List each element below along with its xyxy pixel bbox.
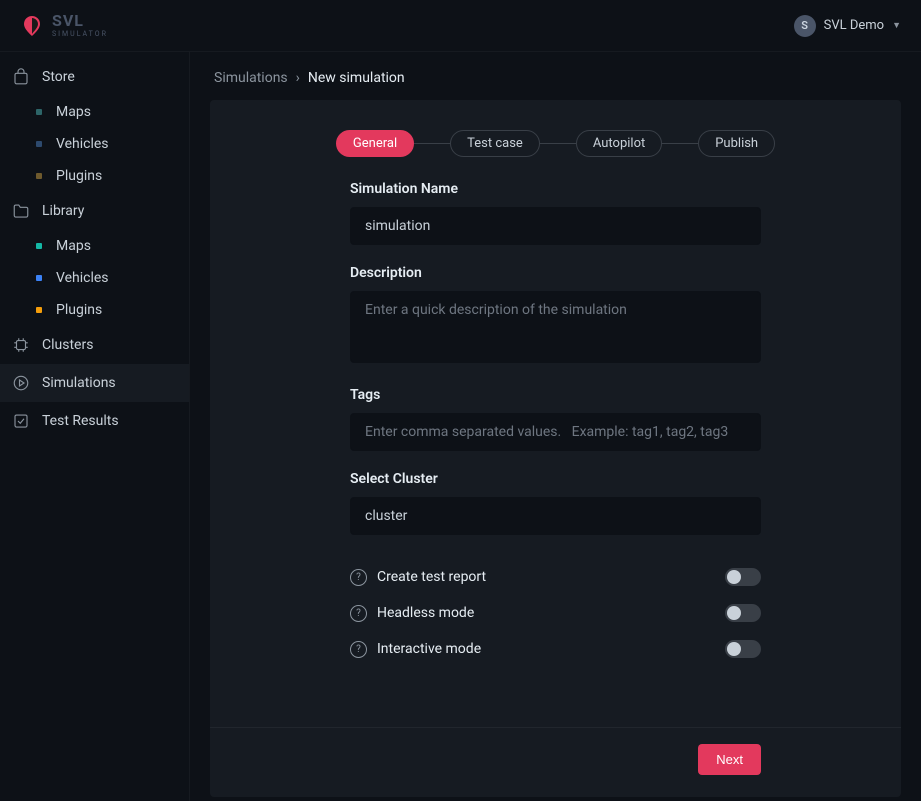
sidebar-item-library[interactable]: Library	[0, 192, 189, 230]
description-label: Description	[350, 265, 761, 281]
simulation-name-input[interactable]	[350, 207, 761, 245]
avatar: S	[794, 15, 816, 37]
sidebar-item-label: Vehicles	[56, 270, 109, 286]
logo-text: SVL SIMULATOR	[52, 13, 108, 38]
toggle-label: Headless mode	[377, 605, 715, 621]
sidebar-item-label: Plugins	[56, 302, 102, 318]
toggle-test-report[interactable]	[725, 568, 761, 586]
step-general[interactable]: General	[336, 130, 414, 157]
sidebar-item-library-vehicles[interactable]: Vehicles	[0, 262, 189, 294]
check-square-icon	[12, 412, 30, 430]
sidebar-item-simulations[interactable]: Simulations	[0, 364, 189, 402]
sidebar-item-library-plugins[interactable]: Plugins	[0, 294, 189, 326]
help-icon[interactable]: ?	[350, 569, 367, 586]
play-circle-icon	[12, 374, 30, 392]
sidebar-item-label: Maps	[56, 104, 91, 120]
toggle-headless[interactable]	[725, 604, 761, 622]
topbar: SVL SIMULATOR S SVL Demo ▼	[0, 0, 921, 52]
step-connector	[662, 143, 698, 144]
sidebar-item-store[interactable]: Store	[0, 58, 189, 96]
toggle-row-headless: ? Headless mode	[350, 595, 761, 631]
dot-icon	[36, 275, 42, 281]
breadcrumb: Simulations › New simulation	[190, 52, 921, 100]
chip-icon	[12, 336, 30, 354]
main-content: Simulations › New simulation General Tes…	[190, 52, 921, 801]
next-button[interactable]: Next	[698, 744, 761, 775]
sidebar-item-library-maps[interactable]: Maps	[0, 230, 189, 262]
tags-input[interactable]	[350, 413, 761, 451]
toggle-interactive[interactable]	[725, 640, 761, 658]
sidebar-item-label: Store	[42, 69, 75, 85]
dot-icon	[36, 307, 42, 313]
cluster-label: Select Cluster	[350, 471, 761, 487]
toggle-label: Interactive mode	[377, 641, 715, 657]
step-connector	[414, 143, 450, 144]
sidebar-item-label: Simulations	[42, 375, 116, 391]
sidebar-item-store-plugins[interactable]: Plugins	[0, 160, 189, 192]
dot-icon	[36, 141, 42, 147]
folder-icon	[12, 202, 30, 220]
sidebar-item-label: Vehicles	[56, 136, 109, 152]
username: SVL Demo	[824, 18, 884, 33]
step-connector	[540, 143, 576, 144]
toggle-row-test-report: ? Create test report	[350, 559, 761, 595]
chevron-down-icon: ▼	[892, 20, 901, 31]
help-icon[interactable]: ?	[350, 605, 367, 622]
name-label: Simulation Name	[350, 181, 761, 197]
toggle-label: Create test report	[377, 569, 715, 585]
step-autopilot[interactable]: Autopilot	[576, 130, 662, 157]
sidebar-item-clusters[interactable]: Clusters	[0, 326, 189, 364]
sidebar-item-label: Test Results	[42, 413, 119, 429]
logo-icon	[20, 14, 44, 38]
step-testcase[interactable]: Test case	[450, 130, 540, 157]
description-input[interactable]	[350, 291, 761, 363]
step-publish[interactable]: Publish	[698, 130, 775, 157]
sidebar: Store Maps Vehicles Plugins Library Maps…	[0, 52, 190, 801]
breadcrumb-current: New simulation	[308, 70, 405, 86]
sidebar-item-store-maps[interactable]: Maps	[0, 96, 189, 128]
bag-icon	[12, 68, 30, 86]
stepper: General Test case Autopilot Publish	[210, 100, 901, 181]
sidebar-item-store-vehicles[interactable]: Vehicles	[0, 128, 189, 160]
toggle-row-interactive: ? Interactive mode	[350, 631, 761, 667]
chevron-right-icon: ›	[296, 70, 300, 86]
tags-label: Tags	[350, 387, 761, 403]
simulation-form: Simulation Name Description Tags Select …	[210, 181, 901, 687]
help-icon[interactable]: ?	[350, 641, 367, 658]
breadcrumb-parent[interactable]: Simulations	[214, 70, 288, 86]
sidebar-item-testresults[interactable]: Test Results	[0, 402, 189, 440]
dot-icon	[36, 173, 42, 179]
user-menu[interactable]: S SVL Demo ▼	[794, 15, 901, 37]
logo[interactable]: SVL SIMULATOR	[20, 13, 108, 38]
sidebar-item-label: Clusters	[42, 337, 93, 353]
sidebar-item-label: Maps	[56, 238, 91, 254]
dot-icon	[36, 243, 42, 249]
panel-footer: Next	[210, 727, 901, 797]
dot-icon	[36, 109, 42, 115]
sidebar-item-label: Plugins	[56, 168, 102, 184]
form-panel: General Test case Autopilot Publish Simu…	[210, 100, 901, 797]
sidebar-item-label: Library	[42, 203, 84, 219]
cluster-select[interactable]	[350, 497, 761, 535]
